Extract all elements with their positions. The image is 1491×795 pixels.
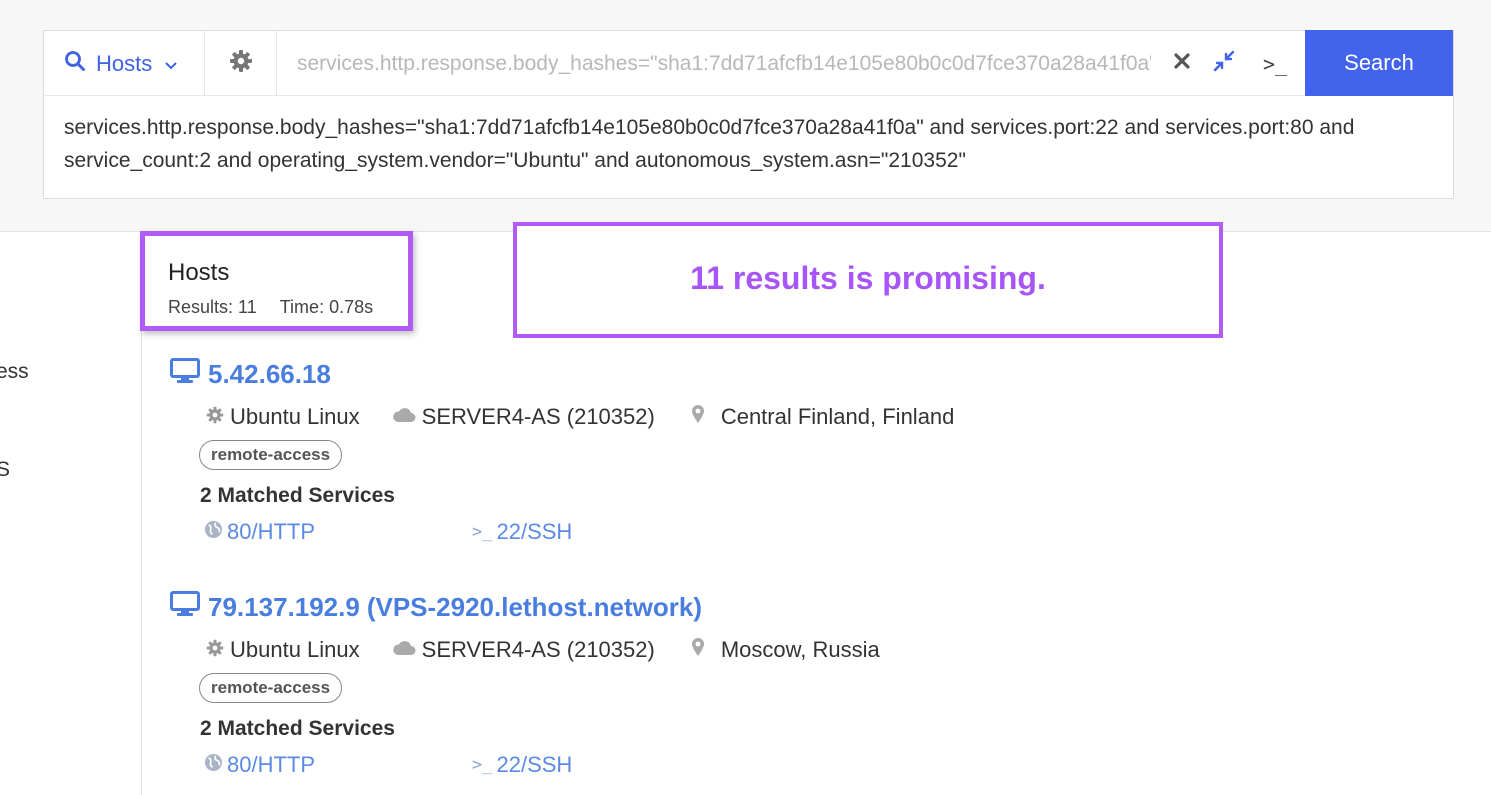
os-attribute: Ubuntu Linux [206, 404, 360, 430]
filter-sidebar: ess S [0, 232, 142, 795]
monitor-icon [170, 591, 200, 624]
results-meta: Results: 11 Time: 0.78s [168, 297, 373, 318]
matched-services-heading: 2 Matched Services [200, 484, 395, 507]
map-pin-icon [691, 637, 711, 663]
terminal-button[interactable]: >_ [1245, 31, 1305, 96]
settings-button[interactable] [205, 31, 277, 96]
tag-badge[interactable]: remote-access [199, 673, 343, 703]
results-title: Hosts [168, 259, 230, 286]
monitor-icon [170, 358, 200, 391]
terminal-icon: >_ [472, 522, 493, 542]
result-item: 79.137.192.9 (VPS-2920.lethost.network) … [170, 591, 1070, 777]
globe-icon [204, 519, 223, 545]
search-bar: Hosts >_ [44, 30, 1453, 96]
close-icon [1174, 53, 1190, 74]
map-pin-icon [691, 404, 711, 430]
gear-icon [206, 637, 230, 663]
results-header: Hosts Results: 11 Time: 0.78s [140, 231, 413, 331]
matched-services-heading: 2 Matched Services [200, 717, 395, 740]
service-link[interactable]: 80/HTTP [204, 752, 315, 778]
search-type-dropdown[interactable]: Hosts [44, 31, 205, 96]
globe-icon [204, 752, 223, 778]
results-count: Results: 11 [168, 297, 257, 317]
sidebar-item-partial[interactable]: ess [0, 360, 29, 384]
search-area: Hosts >_ [0, 0, 1491, 232]
tag-badge[interactable]: remote-access [199, 440, 343, 470]
host-hostname: (VPS-2920.lethost.network) [366, 592, 703, 622]
clear-button[interactable] [1161, 31, 1203, 96]
results-time: Time: 0.78s [279, 297, 374, 317]
host-link[interactable]: 79.137.192.9 (VPS-2920.lethost.network) [170, 591, 1070, 624]
annotation-text: 11 results is promising. [690, 259, 1046, 296]
collapse-icon [1213, 50, 1235, 77]
host-attributes: Ubuntu Linux SERVER4-AS (210352) Moscow,… [206, 637, 880, 663]
collapse-button[interactable] [1203, 31, 1245, 96]
asn-attribute: SERVER4-AS (210352) [392, 404, 655, 430]
search-button[interactable]: Search [1305, 30, 1453, 96]
gear-icon [206, 404, 230, 430]
location-label: Central Finland, Finland [720, 404, 955, 429]
host-ip: 79.137.192.9 [208, 592, 360, 622]
location-attribute: Moscow, Russia [691, 637, 880, 663]
service-link[interactable]: >_ 22/SSH [472, 519, 572, 545]
terminal-icon: >_ [1262, 51, 1288, 76]
os-label: Ubuntu Linux [230, 404, 360, 429]
asn-attribute: SERVER4-AS (210352) [392, 637, 655, 663]
search-input[interactable] [277, 31, 1161, 96]
os-attribute: Ubuntu Linux [206, 637, 360, 663]
search-box: Hosts >_ [43, 30, 1454, 199]
cloud-icon [392, 404, 422, 430]
host-link[interactable]: 5.42.66.18 [170, 358, 1070, 391]
os-label: Ubuntu Linux [230, 637, 360, 662]
service-link[interactable]: 80/HTTP [204, 519, 315, 545]
expanded-query-text: services.http.response.body_hashes="sha1… [64, 116, 1355, 172]
search-type-label: Hosts [96, 50, 153, 76]
service-link[interactable]: >_ 22/SSH [472, 752, 572, 778]
chevron-down-icon [164, 51, 178, 77]
service-label: 22/SSH [496, 752, 573, 777]
service-label: 22/SSH [496, 519, 573, 544]
annotation-callout: 11 results is promising. [513, 222, 1223, 338]
cloud-icon [392, 637, 422, 663]
sidebar-item-partial[interactable]: S [0, 458, 10, 482]
host-attributes: Ubuntu Linux SERVER4-AS (210352) Central… [206, 404, 954, 430]
result-item: 5.42.66.18 Ubuntu Linux SERVER4-AS (2103… [170, 358, 1070, 544]
location-attribute: Central Finland, Finland [691, 404, 955, 430]
location-label: Moscow, Russia [720, 637, 880, 662]
search-icon [64, 50, 86, 78]
terminal-icon: >_ [472, 755, 493, 775]
service-label: 80/HTTP [227, 752, 316, 777]
host-ip: 5.42.66.18 [208, 359, 331, 389]
asn-label: SERVER4-AS (210352) [421, 404, 655, 429]
service-label: 80/HTTP [227, 519, 316, 544]
gear-icon [229, 49, 253, 78]
asn-label: SERVER4-AS (210352) [421, 637, 655, 662]
